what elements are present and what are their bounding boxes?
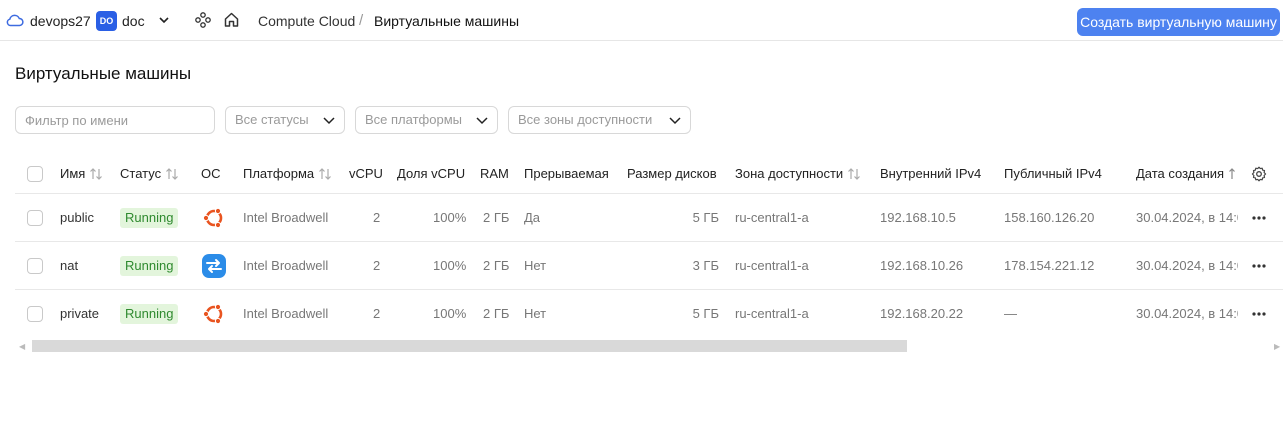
select-all-checkbox[interactable]: [27, 166, 43, 182]
breadcrumb-separator: /: [359, 12, 364, 29]
public-ip-cell: 178.154.221.12: [1004, 258, 1095, 273]
vcpu-cell: 2: [373, 258, 381, 273]
preemptible-cell: Да: [524, 210, 541, 225]
chevron-down-icon: [323, 117, 335, 125]
scroll-left-arrow[interactable]: ◀: [19, 342, 25, 351]
more-actions-icon[interactable]: [1251, 311, 1267, 317]
status-select-label: Все статусы: [235, 112, 309, 127]
zone-select-label: Все зоны доступности: [518, 112, 653, 127]
scroll-right-arrow[interactable]: ▶: [1274, 342, 1280, 351]
column-internal-ip: Внутренний IPv4: [880, 166, 982, 181]
sort-icon: [166, 168, 179, 180]
sort-ascending-icon: [1229, 168, 1236, 179]
column-zone[interactable]: Зона доступности: [735, 166, 861, 181]
cloud-icon: [6, 14, 24, 27]
sort-icon: [848, 168, 861, 180]
ubuntu-icon: [202, 303, 223, 325]
created-cell: 30.04.2024, в 14:0: [1136, 258, 1238, 273]
platform-cell: Intel Broadwell: [243, 210, 329, 225]
more-actions-icon[interactable]: [1251, 215, 1267, 221]
column-public-ip: Публичный IPv4: [1004, 166, 1102, 181]
zone-cell: ru-central1-a: [735, 210, 809, 225]
zone-cell: ru-central1-a: [735, 306, 809, 321]
column-os: ОС: [201, 166, 221, 181]
column-created[interactable]: Дата создания: [1136, 166, 1236, 181]
platform-cell: Intel Broadwell: [243, 306, 329, 321]
zone-select[interactable]: Все зоны доступности: [508, 106, 691, 134]
organization-name[interactable]: devops27: [30, 13, 91, 29]
column-status-label: Статус: [120, 166, 162, 181]
row-checkbox[interactable]: [27, 258, 43, 274]
cpu-share-cell: 100%: [433, 306, 467, 321]
breadcrumb-compute-cloud[interactable]: Compute Cloud: [258, 13, 355, 29]
status-badge: Running: [120, 304, 179, 324]
internal-ip-cell: 192.168.10.5: [880, 210, 956, 225]
folder-name[interactable]: doc: [122, 13, 145, 29]
row-divider: [15, 241, 1283, 242]
chevron-down-icon: [669, 117, 681, 125]
header-divider: [15, 193, 1283, 194]
cpu-share-cell: 100%: [433, 210, 467, 225]
chevron-down-icon: [476, 117, 488, 125]
vm-name[interactable]: private: [60, 306, 99, 321]
services-icon[interactable]: [195, 12, 211, 28]
page-title: Виртуальные машины: [15, 64, 192, 83]
preemptible-cell: Нет: [524, 306, 547, 321]
created-cell: 30.04.2024, в 14:0: [1136, 210, 1238, 225]
column-status[interactable]: Статус: [120, 166, 179, 181]
status-badge: Running: [120, 256, 179, 276]
column-platform[interactable]: Платформа: [243, 166, 332, 181]
column-disk-size: Размер дисков: [627, 166, 717, 181]
top-bar: devops27 DO doc Compute Cloud / Виртуаль…: [0, 0, 1283, 41]
vcpu-cell: 2: [373, 306, 381, 321]
row-checkbox[interactable]: [27, 306, 43, 322]
public-ip-cell: —: [1004, 306, 1017, 321]
vm-name[interactable]: nat: [60, 258, 78, 273]
row-checkbox[interactable]: [27, 210, 43, 226]
breadcrumb-current: Виртуальные машины: [374, 13, 520, 29]
internal-ip-cell: 192.168.20.22: [880, 306, 964, 321]
column-vcpu: vCPU: [349, 166, 383, 181]
zone-cell: ru-central1-a: [735, 258, 809, 273]
preemptible-cell: Нет: [524, 258, 547, 273]
column-zone-label: Зона доступности: [735, 166, 844, 181]
more-actions-icon[interactable]: [1251, 263, 1267, 269]
created-cell: 30.04.2024, в 14:0: [1136, 306, 1238, 321]
platform-cell: Intel Broadwell: [243, 258, 329, 273]
disk-size-cell: 3 ГБ: [692, 258, 719, 273]
column-cpu-share: Доля vCPU: [397, 166, 466, 181]
cpu-share-cell: 100%: [433, 258, 467, 273]
ram-cell: 2 ГБ: [483, 210, 510, 225]
home-icon[interactable]: [223, 11, 240, 28]
column-platform-label: Платформа: [243, 166, 315, 181]
chevron-down-icon[interactable]: [158, 14, 170, 26]
disk-size-cell: 5 ГБ: [692, 306, 719, 321]
vm-name[interactable]: public: [60, 210, 94, 225]
horizontal-scrollbar[interactable]: [32, 340, 907, 352]
ram-cell: 2 ГБ: [483, 258, 510, 273]
create-vm-button[interactable]: Создать виртуальную машину: [1077, 8, 1280, 36]
column-ram: RAM: [480, 166, 509, 181]
folder-badge: DO: [96, 11, 117, 31]
sort-icon: [319, 168, 332, 180]
name-filter-input[interactable]: [15, 106, 215, 134]
ubuntu-icon: [202, 207, 223, 229]
platform-select-label: Все платформы: [365, 112, 462, 127]
public-ip-cell: 158.160.126.20: [1004, 210, 1095, 225]
internal-ip-cell: 192.168.10.26: [880, 258, 964, 273]
column-created-label: Дата создания: [1136, 166, 1225, 181]
nat-instance-icon: [202, 254, 226, 278]
disk-size-cell: 5 ГБ: [692, 210, 719, 225]
vcpu-cell: 2: [373, 210, 381, 225]
row-divider: [15, 289, 1283, 290]
gear-icon[interactable]: [1251, 166, 1267, 182]
platform-select[interactable]: Все платформы: [355, 106, 498, 134]
column-name[interactable]: Имя: [60, 166, 103, 181]
status-badge: Running: [120, 208, 179, 228]
column-name-label: Имя: [60, 166, 86, 181]
column-preemptible: Прерываемая: [524, 166, 609, 181]
ram-cell: 2 ГБ: [483, 306, 510, 321]
sort-icon: [90, 168, 103, 180]
status-select[interactable]: Все статусы: [225, 106, 345, 134]
